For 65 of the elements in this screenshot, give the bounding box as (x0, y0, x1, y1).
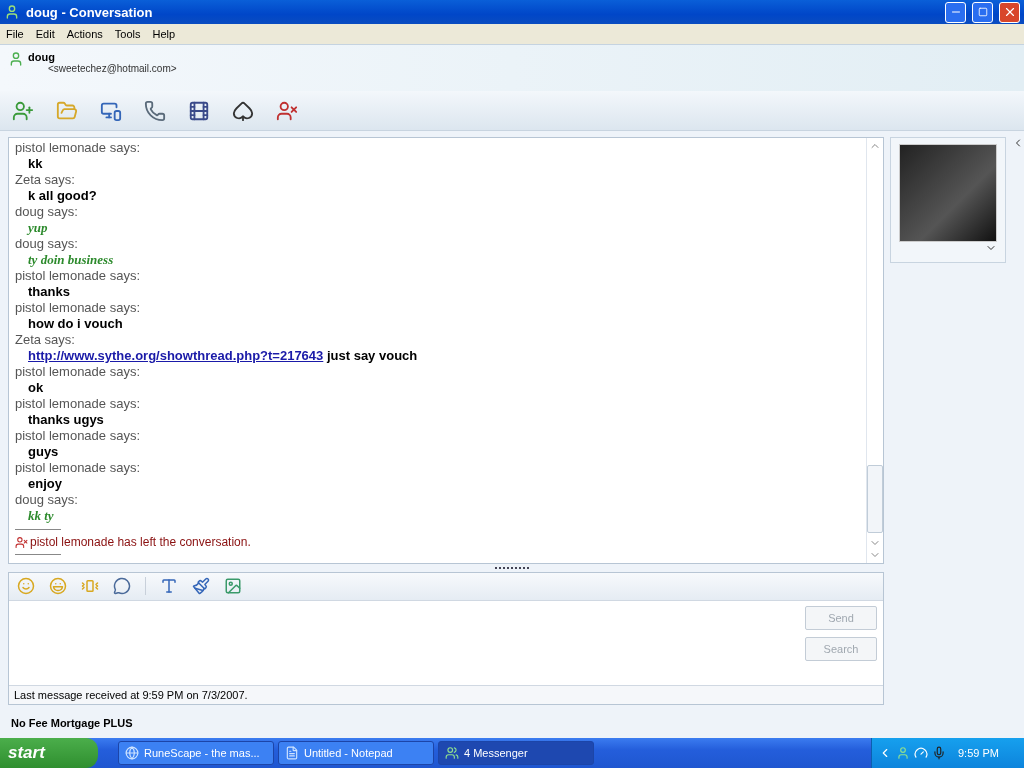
speech-icon[interactable] (113, 577, 131, 596)
sender-line: doug says: (15, 236, 79, 253)
status-bar: Last message received at 9:59 PM on 7/3/2007. (9, 684, 883, 704)
people-icon (445, 746, 459, 760)
person-icon (8, 50, 24, 67)
sender-line: pistol lemonade says: (15, 364, 141, 381)
contact-name: doug (28, 50, 56, 63)
message-text: http://www.sythe.org/showthread.php?t=217643 just say vouch (27, 348, 419, 365)
scroll-thumb[interactable] (867, 464, 883, 533)
event-text: pistol lemonade has left the conversation. (30, 535, 251, 550)
message-text: kk ty (27, 508, 55, 525)
gauge-icon[interactable] (914, 746, 928, 760)
sender-line: Zeta says: (15, 332, 76, 349)
sender-line: doug says: (15, 492, 79, 509)
brush-icon[interactable] (192, 577, 210, 596)
smiley-icon[interactable] (17, 577, 35, 596)
sender-line: doug says: (15, 204, 79, 221)
menu-item[interactable]: Tools (114, 27, 141, 40)
person-icon (4, 4, 20, 21)
taskbar-button[interactable]: RuneScape - the mas... (118, 741, 274, 765)
sender-line: pistol lemonade says: (15, 268, 141, 285)
message-text: thanks (27, 284, 71, 301)
message-text: k all good? (27, 188, 98, 205)
scrollbar[interactable] (866, 138, 883, 563)
message-text: ok (27, 380, 45, 397)
notepad-icon (285, 746, 299, 760)
message-text: enjoy (27, 476, 63, 493)
taskbar-button[interactable]: 4 Messenger (438, 741, 594, 765)
phone-icon[interactable] (144, 99, 166, 122)
font-icon[interactable] (160, 577, 178, 596)
message-text: how do i vouch (27, 316, 124, 333)
folder-icon[interactable] (56, 99, 78, 122)
minimize-button[interactable] (945, 1, 966, 23)
maximize-button[interactable] (972, 1, 993, 23)
menu-item[interactable]: Actions (66, 27, 103, 40)
person-icon[interactable] (896, 746, 910, 760)
sender-line: pistol lemonade says: (15, 460, 141, 477)
close-button[interactable] (999, 1, 1020, 23)
taskbar-button[interactable]: Untitled - Notepad (278, 741, 434, 765)
sender-line: pistol lemonade says: (15, 140, 141, 157)
sender-line: Zeta says: (15, 172, 76, 189)
link[interactable]: http://www.sythe.org/showthread.php?t=217643 (28, 348, 324, 364)
person-left-icon (15, 535, 28, 549)
block-person-icon[interactable] (276, 99, 298, 122)
picture-icon[interactable] (224, 577, 242, 596)
message-text: ty doin business (27, 252, 115, 269)
menu-item[interactable]: Help (152, 27, 176, 40)
sender-line: pistol lemonade says: (15, 428, 141, 445)
film-icon[interactable] (188, 99, 210, 122)
sender-line: pistol lemonade says: (15, 396, 141, 413)
globe-icon (125, 746, 139, 760)
sender-line: pistol lemonade says: (15, 300, 141, 317)
ad-text[interactable]: No Fee Mortgage PLUS (0, 704, 1024, 738)
menu-item[interactable]: File (6, 27, 24, 40)
message-text: kk (27, 156, 44, 173)
window-title: doug - Conversation (26, 4, 154, 20)
contact-email: <sweetechez@hotmail.com> (48, 62, 177, 74)
add-person-icon[interactable] (12, 99, 34, 122)
maximize-icon (977, 7, 988, 18)
message-text: guys (27, 444, 60, 461)
clock: 9:59 PM (958, 747, 999, 759)
microphone-icon[interactable] (932, 746, 946, 760)
message-text: yup (25, 220, 49, 237)
message-text: thanks ugys (27, 412, 105, 429)
menu-item[interactable]: Edit (35, 27, 55, 40)
